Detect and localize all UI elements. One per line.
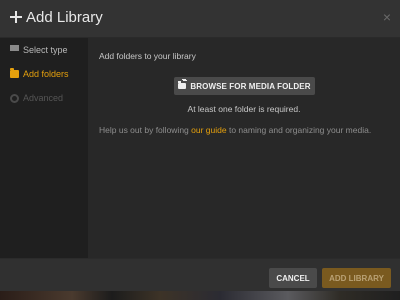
help-suffix: to naming and organizing your media. bbox=[226, 125, 372, 135]
wizard-sidebar: Select type Add folders Advanced bbox=[0, 38, 88, 258]
gear-icon bbox=[10, 94, 19, 103]
background-poster-strip bbox=[0, 291, 400, 300]
dialog-header: Add Library × bbox=[0, 0, 400, 38]
sidebar-item-label: Advanced bbox=[23, 93, 64, 103]
help-prefix: Help us out by following bbox=[99, 125, 192, 135]
list-icon bbox=[10, 45, 19, 51]
sidebar-item-label: Select type bbox=[23, 45, 68, 55]
requirement-text: At least one folder is required. bbox=[187, 104, 301, 114]
folder-icon bbox=[10, 68, 19, 78]
main-panel: Add folders to your library BROWSE FOR M… bbox=[88, 38, 400, 258]
sidebar-item-advanced: Advanced bbox=[0, 88, 88, 108]
close-icon[interactable]: × bbox=[383, 10, 391, 24]
sidebar-item-select-type[interactable]: Select type bbox=[0, 40, 88, 60]
dialog-title: Add Library bbox=[26, 9, 103, 26]
sidebar-item-add-folders[interactable]: Add folders bbox=[0, 64, 88, 84]
sidebar-item-label: Add folders bbox=[23, 69, 69, 79]
folder-add-icon bbox=[178, 79, 187, 89]
browse-media-folder-button[interactable]: BROWSE FOR MEDIA FOLDER bbox=[174, 77, 315, 95]
add-library-button: ADD LIBRARY bbox=[322, 268, 391, 288]
plus-icon bbox=[9, 10, 23, 24]
instructions-text: Add folders to your library bbox=[99, 51, 196, 61]
guide-link[interactable]: our guide bbox=[191, 125, 226, 135]
dialog-footer: CANCEL ADD LIBRARY bbox=[0, 258, 400, 292]
add-library-dialog: Add Library × Select type Add folders Ad… bbox=[0, 0, 400, 292]
help-text: Help us out by following our guide to na… bbox=[99, 125, 371, 135]
browse-button-label: BROWSE FOR MEDIA FOLDER bbox=[190, 81, 311, 91]
cancel-button[interactable]: CANCEL bbox=[269, 268, 317, 288]
